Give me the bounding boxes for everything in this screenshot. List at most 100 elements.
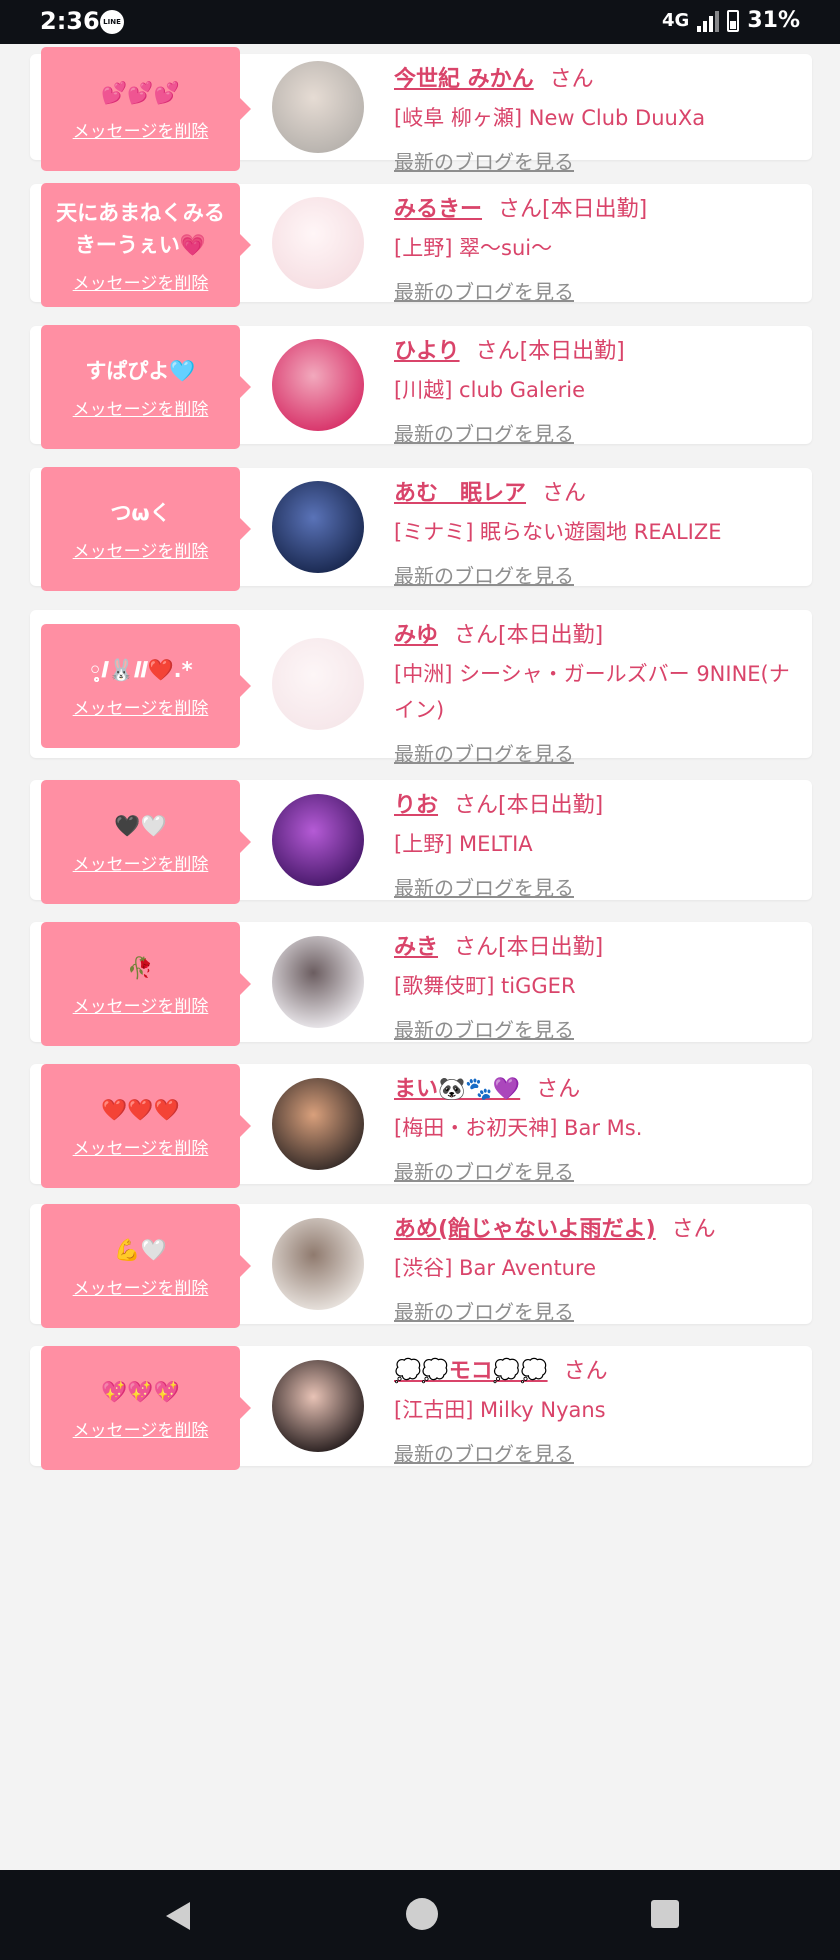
avatar[interactable] xyxy=(272,61,364,153)
shop-name: [上野] MELTIA xyxy=(394,832,533,856)
avatar[interactable] xyxy=(272,1218,364,1310)
delete-message-link[interactable]: メッセージを削除 xyxy=(73,694,209,719)
delete-message-link[interactable]: メッセージを削除 xyxy=(73,395,209,420)
girl-name-link[interactable]: みゆ xyxy=(394,623,438,648)
favorite-card: 💕💕💕 メッセージを削除 今世紀 みかん さん [岐阜 柳ヶ瀬] New Club… xyxy=(30,47,812,174)
name-line: ひより さん[本日出勤] xyxy=(394,336,802,368)
honorific: さん xyxy=(454,793,499,818)
avatar[interactable] xyxy=(272,638,364,730)
recents-icon[interactable] xyxy=(651,1900,679,1928)
latest-blog-link[interactable]: 最新のブログを見る xyxy=(394,1438,574,1467)
latest-blog-link[interactable]: 最新のブログを見る xyxy=(394,738,574,767)
message-bubble: 🥀 メッセージを削除 xyxy=(41,922,251,1046)
girl-name-link[interactable]: 💭💭モコ💭💭 xyxy=(394,1359,548,1384)
favorite-card: 🥀 メッセージを削除 みき さん[本日出勤] [歌舞伎町] tiGGER 最新のブ… xyxy=(30,922,812,1046)
message-bubble: ◦̥̥̥̥𝑰🐰𝑰𝑰❤️.* メッセージを削除 xyxy=(41,624,251,748)
bubble-message: ❤️❤️❤️ xyxy=(101,1097,180,1122)
girl-name-link[interactable]: りお xyxy=(394,793,438,818)
delete-message-link[interactable]: メッセージを削除 xyxy=(73,1274,209,1299)
girl-info: まい🐼🐾💜 さん [梅田・お初天神] Bar Ms. 最新のブログを見る xyxy=(394,1074,802,1185)
message-bubble: 💖💖💖 メッセージを削除 xyxy=(41,1346,251,1470)
delete-message-link[interactable]: メッセージを削除 xyxy=(73,850,209,875)
girl-info: 💭💭モコ💭💭 さん [江古田] Milky Nyans 最新のブログを見る xyxy=(394,1356,802,1467)
latest-blog-link[interactable]: 最新のブログを見る xyxy=(394,1156,574,1185)
avatar[interactable] xyxy=(272,1078,364,1170)
honorific: さん xyxy=(671,1217,716,1242)
on-duty-badge: [本日出勤] xyxy=(498,623,604,648)
favorite-card: すぱぴよ🩵 メッセージを削除 ひより さん[本日出勤] [川越] club Gal… xyxy=(30,325,812,449)
delete-message-link[interactable]: メッセージを削除 xyxy=(73,117,209,142)
delete-message-link[interactable]: メッセージを削除 xyxy=(73,1416,209,1441)
honorific: さん xyxy=(454,623,499,648)
battery-icon xyxy=(727,9,740,32)
name-line: みるきー さん[本日出勤] xyxy=(394,194,802,226)
on-duty-badge: [本日出勤] xyxy=(498,935,604,960)
latest-blog-link[interactable]: 最新のブログを見る xyxy=(394,1014,574,1043)
message-bubble: すぱぴよ🩵 メッセージを削除 xyxy=(41,325,251,449)
girl-info: みるきー さん[本日出勤] [上野] 翠〜sui〜 最新のブログを見る xyxy=(394,194,802,305)
shop-name: [上野] 翠〜sui〜 xyxy=(394,236,553,260)
bubble-message: 💕💕💕 xyxy=(101,80,180,105)
girl-name-link[interactable]: ひより xyxy=(394,339,460,364)
battery-percent: 31% xyxy=(747,8,800,33)
latest-blog-link[interactable]: 最新のブログを見る xyxy=(394,872,574,901)
delete-message-link[interactable]: メッセージを削除 xyxy=(73,992,209,1017)
bubble-message: すぱぴよ🩵 xyxy=(85,358,196,383)
name-line: 💭💭モコ💭💭 さん xyxy=(394,1356,802,1388)
avatar[interactable] xyxy=(272,197,364,289)
message-bubble: 💕💕💕 メッセージを削除 xyxy=(41,47,251,171)
message-bubble: 天にあまねくみるきーうぇい💗 メッセージを削除 xyxy=(41,183,251,307)
delete-message-link[interactable]: メッセージを削除 xyxy=(73,537,209,562)
shop-name: [歌舞伎町] tiGGER xyxy=(394,974,576,998)
girl-info: あむ 眠レア さん [ミナミ] 眠らない遊園地 REALIZE 最新のブログを見る xyxy=(394,478,802,589)
girl-name-link[interactable]: あむ 眠レア xyxy=(394,481,526,506)
girl-info: あめ(飴じゃないよ雨だよ) さん [渋谷] Bar Aventure 最新のブログ… xyxy=(394,1214,802,1325)
girl-info: みゆ さん[本日出勤] [中洲] シーシャ・ガールズバー 9NINE(ナイン) 最… xyxy=(394,620,802,767)
bubble-message: 💖💖💖 xyxy=(101,1379,180,1404)
favorite-card: ❤️❤️❤️ メッセージを削除 まい🐼🐾💜 さん [梅田・お初天神] Bar Ms… xyxy=(30,1064,812,1188)
bubble-message: つωく xyxy=(110,500,171,525)
latest-blog-link[interactable]: 最新のブログを見る xyxy=(394,146,574,175)
navigation-bar xyxy=(0,1870,840,1960)
latest-blog-link[interactable]: 最新のブログを見る xyxy=(394,1296,574,1325)
favorite-card: ◦̥̥̥̥𝑰🐰𝑰𝑰❤️.* メッセージを削除 みゆ さん[本日出勤] [中洲] シ… xyxy=(30,610,812,766)
honorific: さん xyxy=(549,67,594,92)
name-line: 今世紀 みかん さん xyxy=(394,64,802,96)
message-bubble: 🖤🤍 メッセージを削除 xyxy=(41,780,251,904)
status-time: 2:36 xyxy=(40,7,100,35)
girl-name-link[interactable]: みき xyxy=(394,935,438,960)
shop-name: [岐阜 柳ヶ瀬] New Club DuuXa xyxy=(394,106,706,130)
bubble-message: 🥀 xyxy=(127,955,154,980)
girl-info: 今世紀 みかん さん [岐阜 柳ヶ瀬] New Club DuuXa 最新のブログ… xyxy=(394,64,802,175)
on-duty-badge: [本日出勤] xyxy=(542,197,648,222)
avatar[interactable] xyxy=(272,1360,364,1452)
latest-blog-link[interactable]: 最新のブログを見る xyxy=(394,418,574,447)
avatar[interactable] xyxy=(272,481,364,573)
girl-info: ひより さん[本日出勤] [川越] club Galerie 最新のブログを見る xyxy=(394,336,802,447)
favorite-card: 天にあまねくみるきーうぇい💗 メッセージを削除 みるきー さん[本日出勤] [上野… xyxy=(30,183,812,307)
message-bubble: つωく メッセージを削除 xyxy=(41,467,251,591)
latest-blog-link[interactable]: 最新のブログを見る xyxy=(394,276,574,305)
bubble-message: 天にあまねくみるきーうぇい💗 xyxy=(56,200,225,257)
girl-name-link[interactable]: 今世紀 みかん xyxy=(394,67,534,92)
honorific: さん xyxy=(542,481,587,506)
on-duty-badge: [本日出勤] xyxy=(519,339,625,364)
back-icon[interactable] xyxy=(166,1902,190,1930)
favorite-card: つωく メッセージを削除 あむ 眠レア さん [ミナミ] 眠らない遊園地 REAL… xyxy=(30,467,812,591)
girl-name-link[interactable]: あめ(飴じゃないよ雨だよ) xyxy=(394,1217,656,1242)
avatar[interactable] xyxy=(272,936,364,1028)
delete-message-link[interactable]: メッセージを削除 xyxy=(73,269,209,294)
name-line: あむ 眠レア さん xyxy=(394,478,802,510)
name-line: りお さん[本日出勤] xyxy=(394,790,802,822)
girl-name-link[interactable]: みるきー xyxy=(394,197,482,222)
avatar[interactable] xyxy=(272,794,364,886)
delete-message-link[interactable]: メッセージを削除 xyxy=(73,1134,209,1159)
avatar[interactable] xyxy=(272,339,364,431)
girl-name-link[interactable]: まい🐼🐾💜 xyxy=(394,1077,520,1102)
on-duty-badge: [本日出勤] xyxy=(498,793,604,818)
latest-blog-link[interactable]: 最新のブログを見る xyxy=(394,560,574,589)
honorific: さん xyxy=(536,1077,581,1102)
girl-info: りお さん[本日出勤] [上野] MELTIA 最新のブログを見る xyxy=(394,790,802,901)
favorite-card: 💪🤍 メッセージを削除 あめ(飴じゃないよ雨だよ) さん [渋谷] Bar Ave… xyxy=(30,1204,812,1328)
home-icon[interactable] xyxy=(406,1898,438,1930)
